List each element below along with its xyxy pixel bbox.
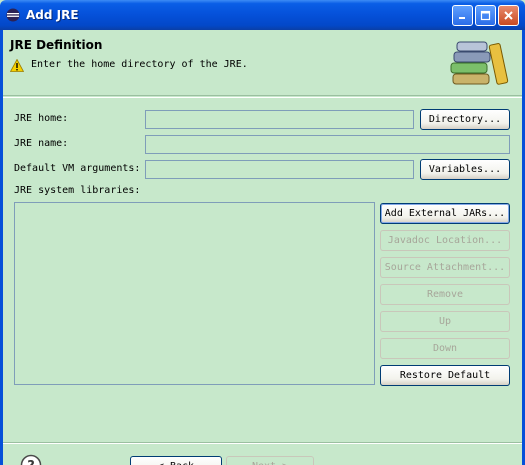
javadoc-location-button[interactable]: Javadoc Location... xyxy=(380,230,510,251)
minimize-icon xyxy=(459,17,465,19)
variables-button[interactable]: Variables... xyxy=(420,159,510,180)
header-message: Enter the home directory of the JRE. xyxy=(31,59,248,70)
close-button[interactable] xyxy=(498,5,519,26)
window-title: Add JRE xyxy=(26,8,79,22)
close-icon xyxy=(504,11,513,20)
down-button[interactable]: Down xyxy=(380,338,510,359)
footer-separator-highlight xyxy=(3,443,522,444)
jre-home-label: JRE home: xyxy=(14,113,69,124)
up-button[interactable]: Up xyxy=(380,311,510,332)
system-libraries-label: JRE system libraries: xyxy=(14,185,141,196)
minimize-button[interactable] xyxy=(452,5,473,26)
title-bar[interactable]: Add JRE xyxy=(0,0,525,30)
maximize-icon xyxy=(480,10,491,21)
vm-arguments-label: Default VM arguments: xyxy=(14,163,141,174)
wizard-header: JRE Definition Enter the home directory … xyxy=(3,30,522,96)
restore-default-button[interactable]: Restore Default xyxy=(380,365,510,386)
jre-home-input[interactable] xyxy=(145,110,414,129)
next-button[interactable]: Next > xyxy=(226,456,314,465)
system-libraries-list[interactable] xyxy=(14,202,375,385)
add-external-jars-button[interactable]: Add External JARs... xyxy=(380,203,510,224)
vm-arguments-input[interactable] xyxy=(145,160,414,179)
remove-button[interactable]: Remove xyxy=(380,284,510,305)
page-title: JRE Definition xyxy=(10,38,103,52)
dialog-window: JRE Definition Enter the home directory … xyxy=(0,30,525,465)
back-button[interactable]: < Back xyxy=(130,456,222,465)
eclipse-icon xyxy=(6,8,20,22)
help-icon[interactable]: ? xyxy=(20,454,42,465)
directory-button[interactable]: Directory... xyxy=(420,109,510,130)
svg-text:?: ? xyxy=(27,459,35,465)
jre-name-input[interactable] xyxy=(145,135,510,154)
maximize-button[interactable] xyxy=(475,5,496,26)
jre-name-label: JRE name: xyxy=(14,138,69,149)
source-attachment-button[interactable]: Source Attachment... xyxy=(380,257,510,278)
books-icon xyxy=(450,41,509,85)
warning-icon xyxy=(10,59,24,72)
header-separator xyxy=(3,97,522,98)
